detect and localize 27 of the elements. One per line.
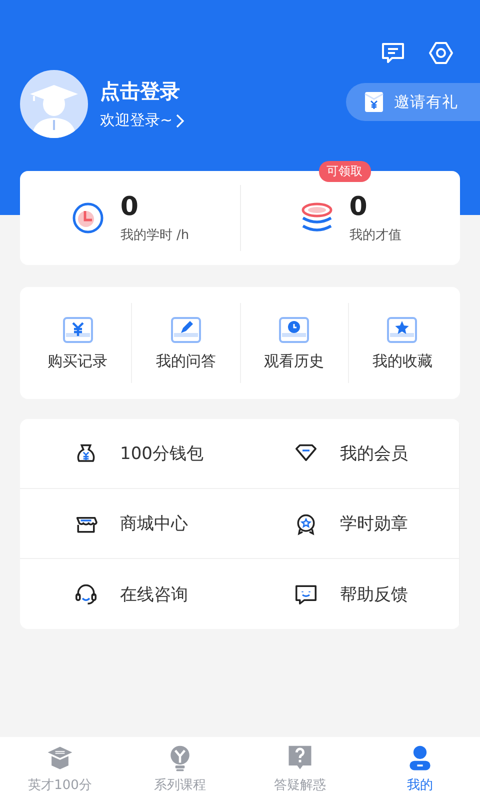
pencil-icon	[170, 316, 202, 344]
service-item[interactable]: 学时勋章	[240, 489, 460, 559]
chevron-icon	[174, 112, 185, 128]
welcome-login-link[interactable]: 欢迎登录~	[100, 111, 185, 130]
service-item[interactable]: 帮助反馈	[240, 559, 460, 629]
service-item[interactable]: 在线咨询	[20, 559, 240, 629]
shortcut-item[interactable]: 购买记录	[24, 303, 132, 383]
tab[interactable]: 我的	[360, 737, 480, 800]
stat-value: 0	[349, 192, 368, 222]
clock-icon	[278, 316, 310, 344]
shortcut-item[interactable]: 我的问答	[131, 303, 240, 383]
message-button[interactable]	[380, 40, 406, 66]
envelope-icon	[364, 90, 384, 114]
stat-value: 0	[120, 192, 140, 222]
stat-label: 我的学时 /h	[120, 227, 190, 244]
login-title[interactable]: 点击登录	[100, 78, 346, 105]
service-item[interactable]: 100分钱包	[20, 419, 240, 489]
settings-button[interactable]	[428, 40, 454, 66]
claim-badge: 可领取	[318, 161, 370, 182]
message-icon	[380, 40, 406, 66]
settings-icon	[428, 40, 454, 66]
service-item[interactable]: 商城中心	[20, 489, 240, 559]
service-item[interactable]: 我的会员	[240, 419, 460, 489]
shortcut-item[interactable]: 观看历史	[240, 303, 348, 383]
shortcut-item[interactable]: 我的收藏	[348, 303, 456, 383]
yen-icon	[62, 316, 94, 344]
stat-label: 我的才值	[349, 227, 402, 244]
